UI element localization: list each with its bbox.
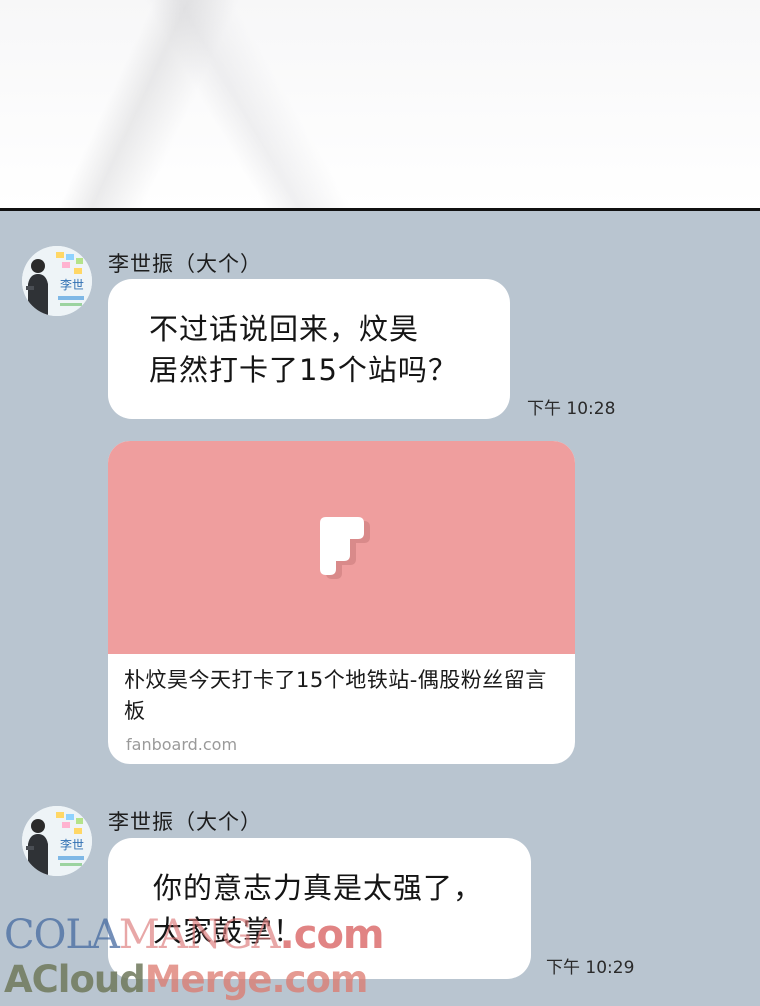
message-text-line: 居然打卡了15个站吗？ bbox=[149, 353, 458, 387]
sender-avatar[interactable]: 李世 bbox=[22, 246, 92, 316]
fanboard-logo-icon bbox=[320, 517, 370, 579]
message-text-line: 不过话说回来，炆昊 bbox=[149, 312, 420, 346]
avatar-label: 李世 bbox=[60, 278, 85, 292]
link-thumbnail bbox=[108, 441, 575, 654]
message-bubble[interactable]: 你的意志力真是太强了， 大家鼓掌！ bbox=[108, 838, 531, 979]
link-title: 朴炆昊今天打卡了15个地铁站-偶股粉丝留言板 bbox=[124, 668, 547, 723]
message-text-line: 你的意志力真是太强了， bbox=[153, 871, 484, 905]
link-preview-card[interactable]: 朴炆昊今天打卡了15个地铁站-偶股粉丝留言板 fanboard.com bbox=[108, 441, 575, 764]
top-panel bbox=[0, 0, 760, 208]
message-bubble[interactable]: 不过话说回来，炆昊 居然打卡了15个站吗？ bbox=[108, 279, 510, 419]
chat-screen: 李世 李世振（大个） 不过话说回来，炆昊 居然打卡了15个站吗？ 下午 10:2… bbox=[0, 0, 760, 1006]
sender-name: 李世振（大个） bbox=[108, 810, 262, 834]
message-timestamp: 下午 10:28 bbox=[527, 399, 616, 419]
message-text-line: 大家鼓掌！ bbox=[153, 914, 304, 948]
sender-name: 李世振（大个） bbox=[108, 252, 262, 276]
avatar-label: 李世 bbox=[60, 838, 85, 852]
link-domain: fanboard.com bbox=[126, 735, 238, 754]
message-timestamp: 下午 10:29 bbox=[546, 958, 635, 978]
sender-avatar[interactable]: 李世 bbox=[22, 806, 92, 876]
